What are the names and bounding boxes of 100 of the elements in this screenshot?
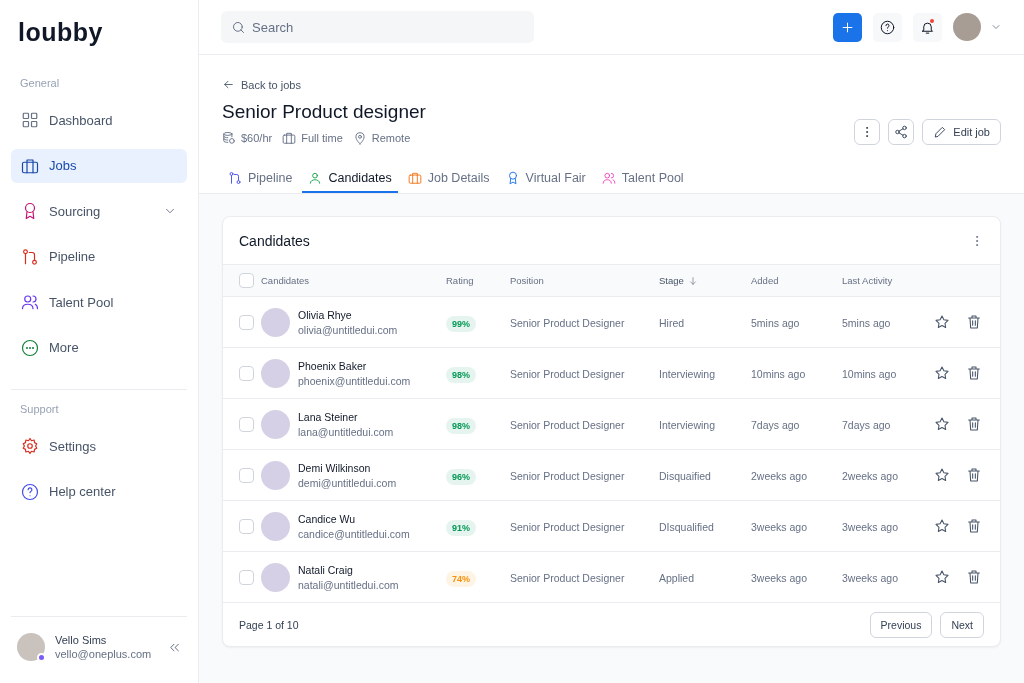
row-checkbox[interactable] — [239, 365, 254, 381]
star-icon[interactable] — [934, 365, 950, 381]
star-icon[interactable] — [934, 518, 950, 534]
sidebar-item[interactable]: Jobs — [11, 148, 187, 183]
column-header[interactable]: Rating — [446, 275, 474, 286]
row-checkbox[interactable] — [239, 467, 254, 483]
tab[interactable]: Job Details — [401, 171, 496, 193]
rating-badge: 74% — [446, 571, 476, 587]
avatar[interactable] — [953, 13, 981, 41]
branch-icon — [21, 247, 39, 266]
tab[interactable]: Virtual Fair — [499, 171, 592, 193]
candidate-email: natali@untitledui.com — [298, 578, 399, 591]
bell-icon — [920, 19, 935, 35]
rating-badge: 99% — [446, 316, 476, 332]
table-cell: 2weeks ago — [842, 470, 899, 482]
avatar — [261, 409, 290, 439]
sidebar-item[interactable]: Dashboard — [11, 103, 187, 137]
share-button[interactable] — [888, 119, 915, 145]
candidate-email: lana@untitledui.com — [298, 425, 394, 438]
job-detail: Remote — [371, 132, 411, 144]
avatar — [261, 511, 290, 541]
settings-icon — [21, 437, 39, 455]
briefcase-icon — [282, 131, 297, 145]
share-icon — [894, 125, 909, 139]
avatar — [261, 460, 290, 490]
candidate-name: Lana Steiner — [298, 410, 359, 423]
rating-badge: 98% — [446, 367, 476, 383]
user-name: Vello Sims — [55, 634, 108, 646]
star-icon[interactable] — [934, 314, 950, 330]
location-pin-icon — [352, 131, 367, 145]
candidate-name: Demi Wilkinson — [298, 461, 372, 474]
sidebar-item[interactable]: Talent Pool — [11, 285, 187, 319]
notification-dot — [930, 18, 934, 23]
candidate-name: Candice Wu — [298, 512, 356, 525]
branch-icon — [228, 171, 242, 185]
table-cell: 3weeks ago — [842, 572, 899, 584]
arrow-left-icon — [222, 78, 235, 91]
rating-badge: 91% — [446, 520, 476, 536]
table-cell: 10mins ago — [751, 368, 806, 380]
search-field[interactable]: Search — [221, 11, 534, 43]
column-header[interactable]: Candidates — [261, 275, 310, 286]
plus-icon — [840, 19, 855, 35]
job-title: Senior Product designer — [222, 101, 426, 123]
back-link[interactable]: Back to jobs — [222, 78, 301, 91]
column-header[interactable]: Stage — [659, 275, 684, 286]
table-cell: 5mins ago — [842, 317, 891, 329]
page-info: Page 1 of 10 — [239, 618, 299, 631]
person-icon — [308, 171, 323, 185]
trash-icon[interactable] — [966, 365, 982, 381]
trash-icon[interactable] — [966, 569, 982, 585]
row-checkbox[interactable] — [239, 569, 254, 585]
table-cell: 2weeks ago — [751, 470, 808, 482]
star-icon[interactable] — [934, 569, 950, 585]
card-title: Candidates — [239, 232, 310, 249]
candidate-name: Olivia Rhye — [298, 308, 353, 321]
grid-icon — [21, 111, 39, 129]
sidebar-item[interactable]: More — [11, 330, 187, 365]
help-icon — [880, 19, 895, 35]
sidebar-item[interactable]: Settings — [11, 429, 187, 463]
candidate-email: demi@untitledui.com — [298, 476, 397, 489]
column-header[interactable]: Added — [751, 275, 779, 286]
briefcase-icon — [21, 156, 39, 175]
table-cell: 7days ago — [842, 419, 891, 431]
trash-icon[interactable] — [966, 518, 982, 534]
sidebar-item[interactable]: Sourcing — [11, 194, 187, 228]
row-checkbox[interactable] — [239, 518, 254, 534]
avatar — [261, 358, 290, 388]
select-all-checkbox[interactable] — [239, 273, 254, 288]
table-cell: Interviewing — [659, 419, 716, 431]
row-checkbox[interactable] — [239, 314, 254, 330]
candidate-email: phoenix@untitledui.com — [298, 374, 411, 387]
trash-icon[interactable] — [966, 314, 982, 330]
pencil-icon — [933, 125, 948, 139]
star-icon[interactable] — [934, 467, 950, 483]
table-cell: Senior Product Designer — [510, 470, 625, 482]
table-cell: Senior Product Designer — [510, 572, 625, 584]
row-checkbox[interactable] — [239, 416, 254, 432]
trash-icon[interactable] — [966, 416, 982, 432]
status-dot — [37, 653, 46, 662]
sidebar-item[interactable]: Help center — [11, 474, 187, 509]
notifications-button[interactable] — [913, 12, 942, 42]
search-icon — [231, 20, 246, 35]
table-cell: Interviewing — [659, 368, 716, 380]
table-cell: Hired — [659, 317, 685, 329]
previous-button[interactable]: Previous — [869, 611, 933, 638]
avatar — [261, 307, 290, 337]
tab[interactable]: Talent Pool — [595, 171, 690, 193]
edit-job-button[interactable]: Edit job — [922, 119, 1001, 145]
column-header[interactable]: Position — [510, 275, 544, 286]
avatar — [261, 562, 290, 592]
trash-icon[interactable] — [966, 467, 982, 483]
add-button[interactable] — [833, 12, 862, 42]
table-cell: 5mins ago — [751, 317, 800, 329]
next-button[interactable]: Next — [940, 611, 984, 638]
help-button[interactable] — [873, 12, 902, 42]
sidebar-item[interactable]: Pipeline — [11, 239, 187, 274]
tab[interactable]: Pipeline — [222, 171, 299, 193]
table-cell: 7days ago — [751, 419, 800, 431]
star-icon[interactable] — [934, 416, 950, 432]
column-header[interactable]: Last Activity — [842, 275, 893, 286]
